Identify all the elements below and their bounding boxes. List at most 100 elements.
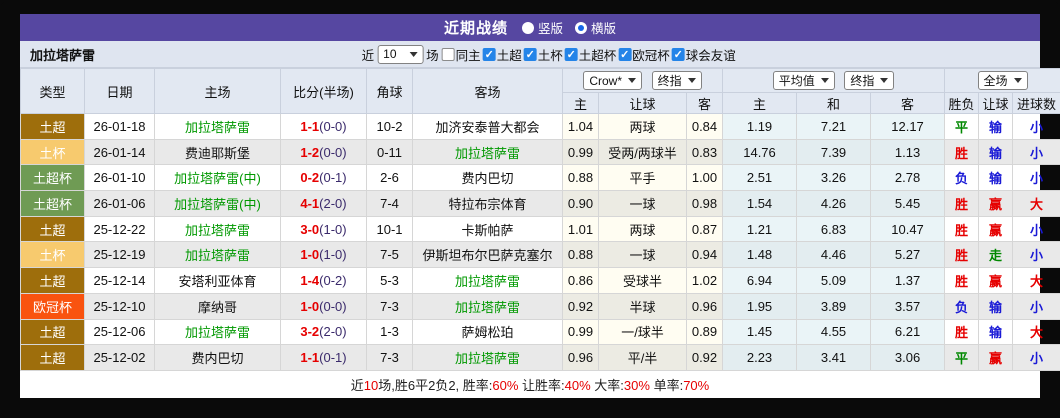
match-count-select[interactable]: 10: [377, 44, 424, 64]
home-team[interactable]: 加拉塔萨雷: [154, 318, 281, 346]
avg-draw-odds: 3.41: [796, 344, 872, 371]
league-type-badge: 土超: [20, 318, 85, 346]
filter-checkbox[interactable]: 球会友谊: [671, 45, 736, 64]
match-count-value: 10: [383, 47, 397, 61]
summary-stat-label: 大率:: [590, 377, 624, 393]
away-team[interactable]: 特拉布宗体育: [412, 190, 563, 217]
half-score: (2-0): [319, 324, 347, 340]
col-header-handicap-result: 让球: [978, 92, 1014, 114]
away-team[interactable]: 卡斯帕萨: [412, 215, 563, 243]
chevron-down-icon: [820, 78, 829, 83]
away-team[interactable]: 萨姆松珀: [412, 318, 563, 346]
league-type-badge: 土超: [20, 344, 85, 371]
odds-source-select[interactable]: Crow*: [583, 71, 643, 90]
table-row: 土杯 25-12-19 加拉塔萨雷 1-0(1-0) 7-5 伊斯坦布尔巴萨克塞尔 0.88…: [20, 241, 1060, 269]
crow-home-odds: 0.99: [562, 318, 599, 346]
home-team[interactable]: 安塔利亚体育: [154, 267, 281, 294]
outcome-result: 平: [944, 344, 980, 371]
corner-score: 7-4: [366, 190, 413, 217]
handicap-result: 输: [978, 138, 1014, 166]
home-team[interactable]: 费迪耶斯堡: [154, 138, 281, 166]
corner-score: 7-3: [366, 292, 413, 320]
summary-stat-label: 单率:: [649, 377, 684, 393]
goals-result: 小: [1012, 344, 1060, 371]
summary-bar: 近10场,胜6平2负2, 胜率:60% 让胜率:40% 大率:30% 单率:70…: [20, 370, 1040, 398]
avg-final-odds-select[interactable]: 终指: [844, 71, 895, 90]
match-date: 26-01-14: [84, 138, 155, 166]
col-header-goals-result: 进球数: [1012, 92, 1060, 114]
home-team[interactable]: 加拉塔萨雷: [154, 215, 281, 243]
table-row: 土超 25-12-06 加拉塔萨雷 3-2(2-0) 1-3 萨姆松珀 0.99 一/球半 0.…: [20, 318, 1060, 346]
away-team[interactable]: 加拉塔萨雷: [412, 267, 563, 294]
away-team[interactable]: 费内巴切: [412, 164, 563, 192]
filter-checkbox[interactable]: 土超杯: [564, 45, 616, 64]
checkbox-checked-icon: [523, 47, 537, 61]
away-team[interactable]: 伊斯坦布尔巴萨克塞尔: [412, 241, 563, 269]
scope-select[interactable]: 全场: [977, 71, 1028, 90]
handicap-result: 输: [978, 113, 1014, 140]
filter-checkbox[interactable]: 土杯: [523, 45, 563, 64]
crow-final-odds-select[interactable]: 终指: [651, 71, 702, 90]
avg-draw-odds: 7.39: [796, 138, 872, 166]
avg-home-odds: 2.51: [722, 164, 798, 192]
crow-away-odds: 0.98: [685, 190, 724, 217]
summary-stat-value: 30%: [623, 377, 650, 393]
filter-checkbox[interactable]: 同主: [441, 45, 481, 64]
home-team[interactable]: 加拉塔萨雷(中): [154, 164, 281, 192]
home-team[interactable]: 加拉塔萨雷: [154, 113, 281, 140]
home-team[interactable]: 加拉塔萨雷(中): [154, 190, 281, 217]
corner-score: 7-3: [366, 344, 413, 371]
away-team[interactable]: 加拉塔萨雷: [412, 292, 563, 320]
league-type-badge: 土超: [20, 267, 85, 294]
col-header-corner: 角球: [366, 68, 413, 114]
summary-stat-label: 让胜率:: [518, 377, 565, 393]
summary-text: 近10场,胜6平2负2, 胜率:60% 让胜率:40% 大率:30% 单率:70…: [351, 375, 709, 394]
avg-odds-select[interactable]: 平均值: [772, 71, 835, 90]
view-option-radio[interactable]: 竖版: [521, 18, 563, 37]
filter-checkbox[interactable]: 土超: [482, 45, 522, 64]
score-cell: 1-4(0-2): [280, 267, 367, 294]
avg-home-odds: 1.21: [722, 215, 798, 243]
away-team[interactable]: 加拉塔萨雷: [412, 344, 563, 371]
home-team[interactable]: 费内巴切: [154, 344, 281, 371]
home-team[interactable]: 摩纳哥: [154, 292, 281, 320]
away-team[interactable]: 加济安泰普大都会: [412, 113, 563, 140]
avg-home-odds: 6.94: [722, 267, 798, 294]
crow-handicap: 两球: [598, 113, 687, 140]
score-cell: 0-2(0-1): [280, 164, 367, 192]
crow-home-odds: 0.99: [562, 138, 599, 166]
radio-icon: [521, 21, 534, 34]
handicap-result: 赢: [978, 267, 1014, 294]
half-score: (0-0): [319, 144, 347, 160]
filter-checkbox[interactable]: 欧冠杯: [618, 45, 670, 64]
avg-away-odds: 3.57: [870, 292, 946, 320]
filters-group: 近 10 场 同主土超土杯土超杯欧冠杯球会友谊: [362, 44, 736, 64]
crow-home-odds: 0.96: [562, 344, 599, 371]
avg-away-odds: 12.17: [870, 113, 946, 140]
col-header-avg-home: 主: [722, 92, 798, 114]
score-cell: 3-0(1-0): [280, 215, 367, 243]
match-date: 25-12-14: [84, 267, 155, 294]
table-row: 土超 25-12-22 加拉塔萨雷 3-0(1-0) 10-1 卡斯帕萨 1.01 两球 0.8…: [20, 215, 1060, 243]
score-cell: 1-0(1-0): [280, 241, 367, 269]
chevron-down-icon: [1013, 78, 1022, 83]
goals-result: 小: [1012, 113, 1060, 140]
crow-away-odds: 1.00: [685, 164, 724, 192]
match-date: 25-12-06: [84, 318, 155, 346]
match-date: 25-12-10: [84, 292, 155, 320]
avg-home-odds: 14.76: [722, 138, 798, 166]
home-team[interactable]: 加拉塔萨雷: [154, 241, 281, 269]
summary-stat-label: 近: [350, 377, 364, 393]
checkbox-checked-icon: [618, 47, 632, 61]
outcome-result: 胜: [944, 241, 980, 269]
goals-result: 小: [1012, 292, 1060, 320]
away-team[interactable]: 加拉塔萨雷: [412, 138, 563, 166]
crow-home-odds: 0.92: [562, 292, 599, 320]
outcome-result: 胜: [944, 190, 980, 217]
corner-score: 2-6: [366, 164, 413, 192]
match-date: 25-12-19: [84, 241, 155, 269]
handicap-result: 赢: [978, 344, 1014, 371]
half-score: (0-0): [319, 298, 347, 314]
view-option-selected[interactable]: 横版: [575, 18, 616, 37]
window-frame: 近期战绩 竖版横版 加拉塔萨雷 近 10 场 同主土超土杯土超杯欧冠杯球会友谊: [0, 0, 1060, 418]
